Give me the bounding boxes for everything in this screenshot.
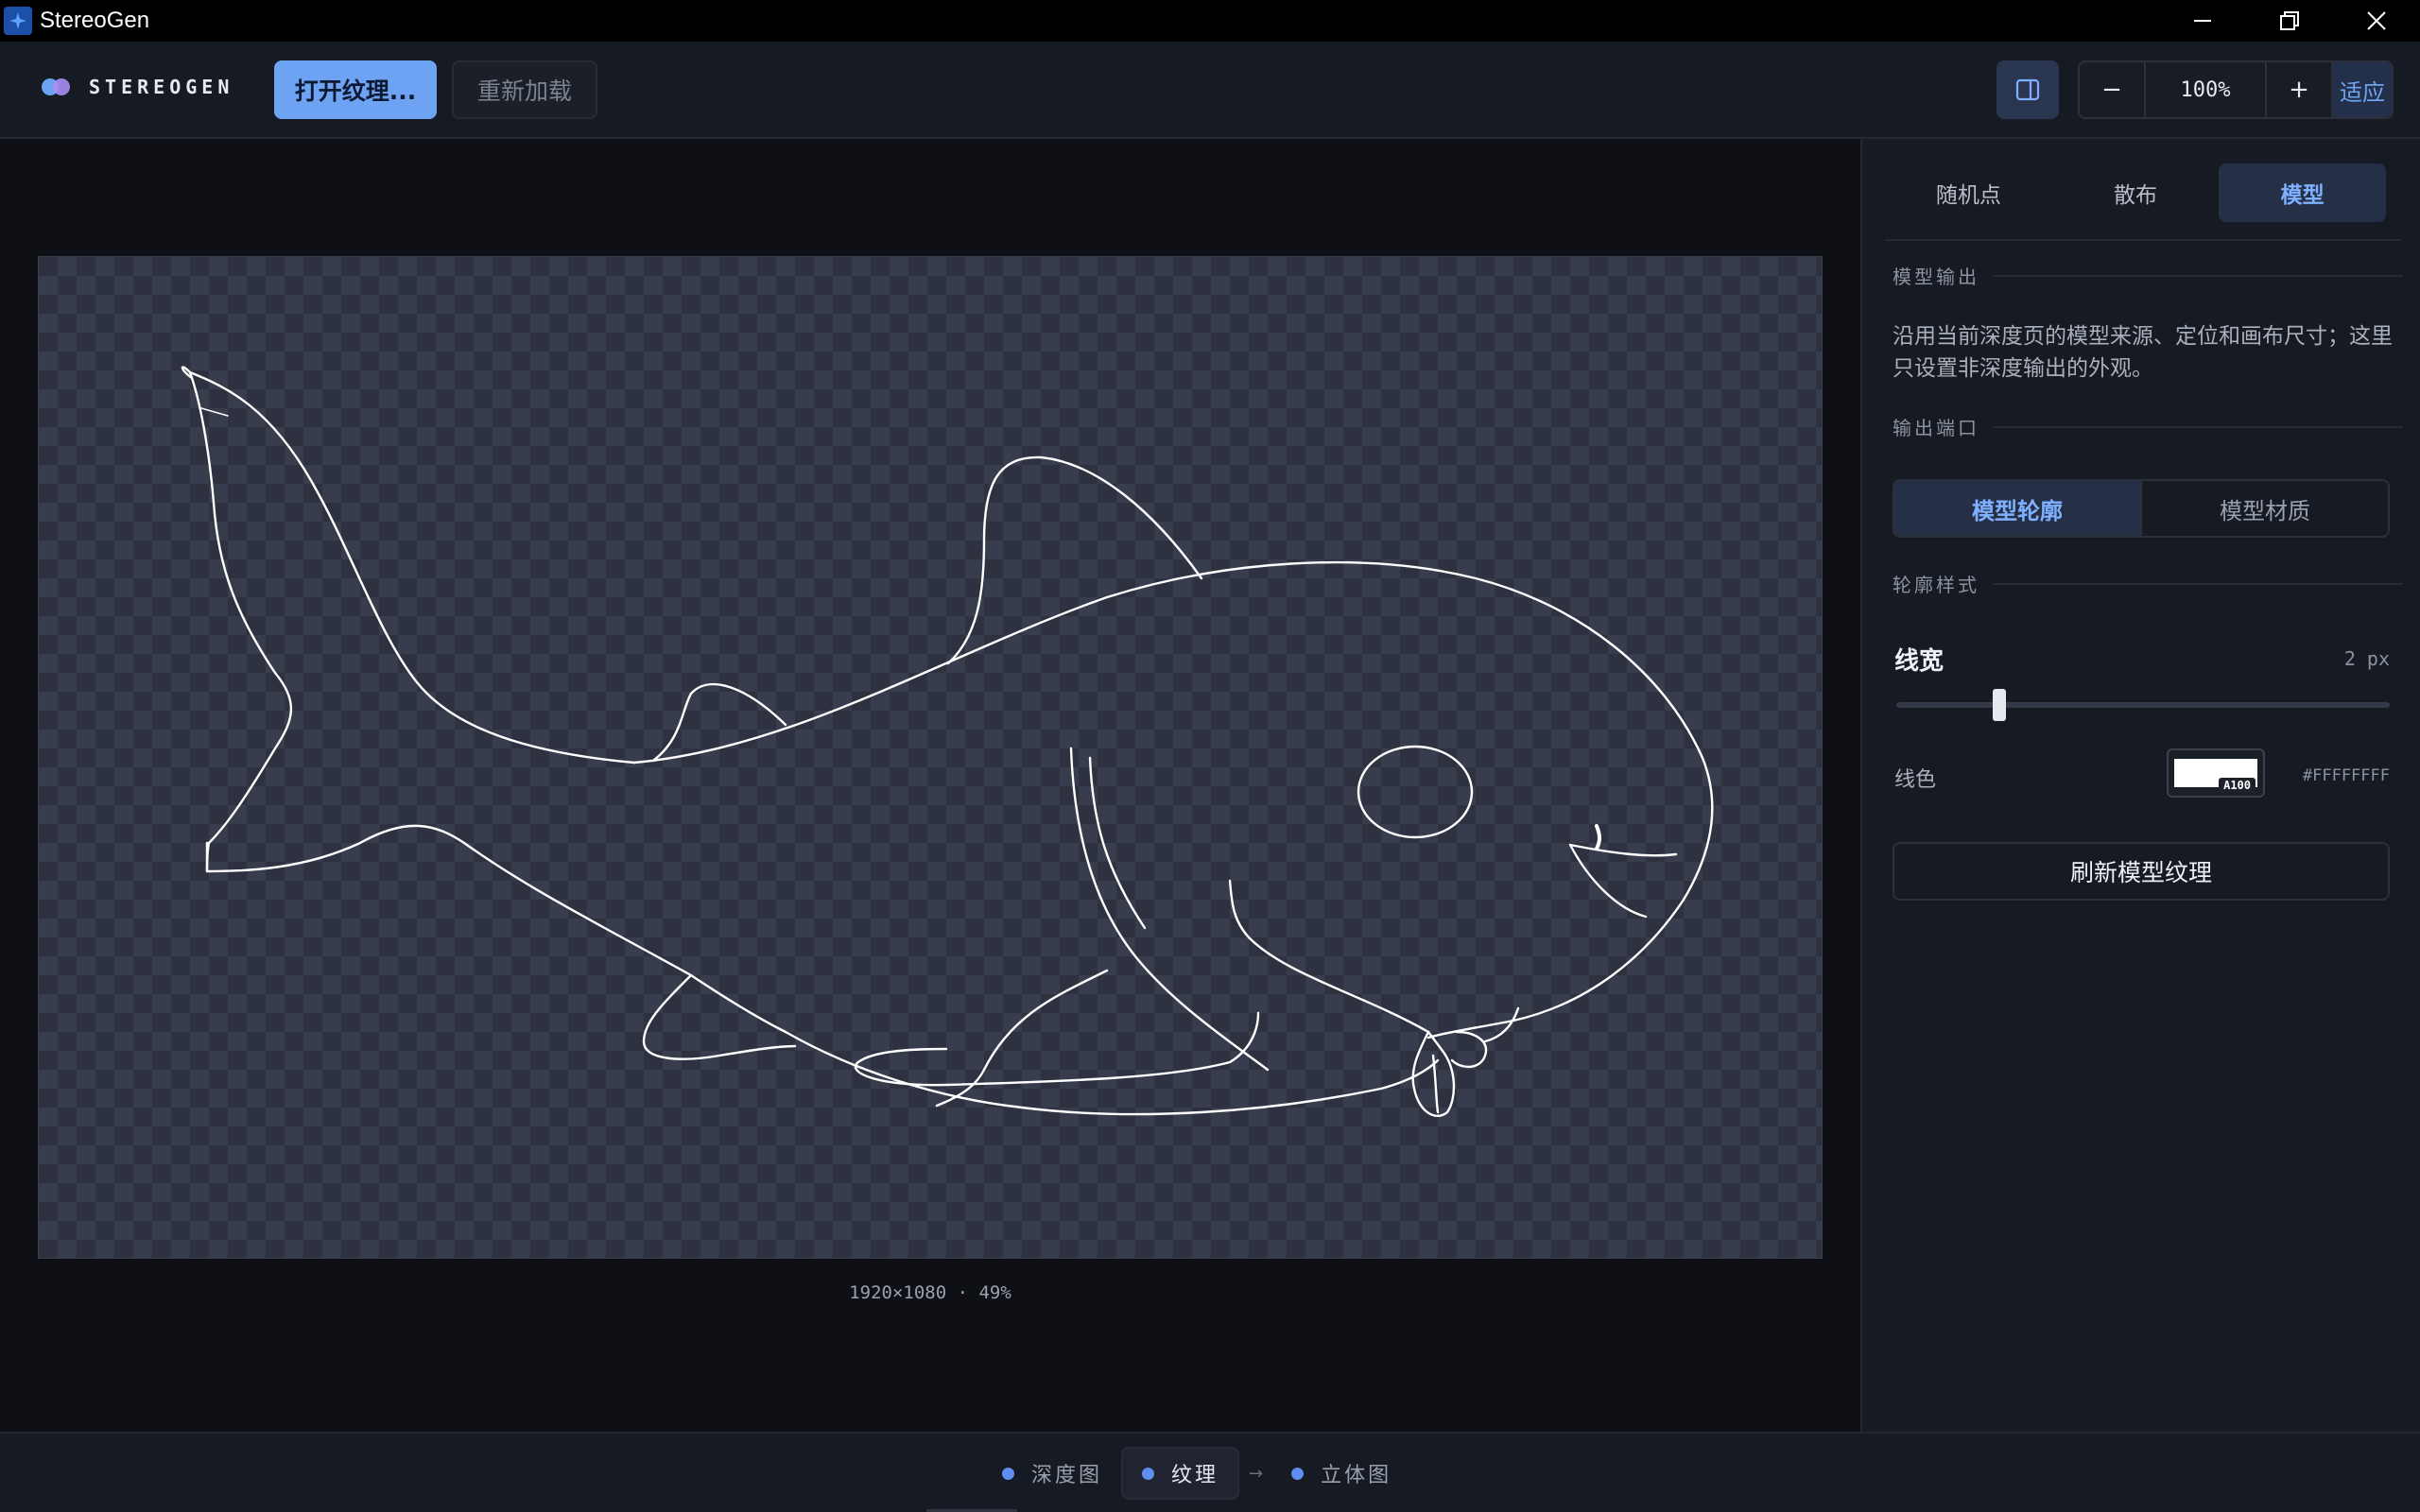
step-texture[interactable]: 纹理: [1121, 1447, 1240, 1500]
section-output-port: 输出端口: [1893, 413, 2403, 440]
tabs-divider: [1885, 239, 2401, 241]
line-width-slider[interactable]: [1896, 689, 2390, 721]
line-color-alpha: A100: [2219, 778, 2256, 793]
close-icon: [2367, 11, 2386, 30]
step-stereogram-label: 立体图: [1321, 1464, 1392, 1487]
step-dot-icon: [1002, 1467, 1014, 1480]
reload-button[interactable]: 重新加载: [452, 60, 597, 119]
step-bar: 深度图 纹理 → 立体图: [0, 1432, 2420, 1512]
minimize-button[interactable]: [2159, 0, 2246, 42]
output-port-outline[interactable]: 模型轮廓: [1894, 481, 2142, 536]
canvas-stage: 1920×1080 · 49%: [0, 139, 1860, 1432]
step-texture-label: 纹理: [1171, 1464, 1219, 1487]
tab-random-dots[interactable]: 随机点: [1885, 163, 2052, 222]
tab-model[interactable]: 模型: [2219, 163, 2387, 222]
step-depth-map[interactable]: 深度图: [983, 1447, 1121, 1500]
texture-preview[interactable]: [38, 256, 1823, 1259]
zoom-out-button[interactable]: −: [2080, 62, 2144, 117]
line-width-label: 线宽: [1894, 647, 1945, 676]
step-stereogram[interactable]: 立体图: [1272, 1447, 1410, 1500]
zoom-in-button[interactable]: +: [2267, 62, 2331, 117]
section-model-output-label: 模型输出: [1893, 266, 1979, 288]
restore-button[interactable]: [2246, 0, 2333, 42]
section-model-output: 模型输出: [1893, 262, 2403, 289]
sidebar-toggle-icon: [2015, 78, 2040, 101]
output-port-material[interactable]: 模型材质: [2142, 481, 2388, 536]
zoom-level: 100%: [2144, 62, 2267, 117]
zoom-control: − 100% + 适应: [2078, 60, 2394, 119]
pipeline-steps: 深度图 纹理 → 立体图: [983, 1447, 1410, 1500]
model-description: 沿用当前深度页的模型来源、定位和画布尺寸；这里只设置非深度输出的外观。: [1893, 324, 2393, 381]
step-dot-icon: [1291, 1467, 1305, 1480]
zoom-fit-button[interactable]: 适应: [2331, 62, 2392, 117]
minimize-icon: [2194, 20, 2211, 22]
close-button[interactable]: [2333, 0, 2420, 42]
brand-name: STEREOGEN: [89, 76, 234, 98]
open-texture-button[interactable]: 打开纹理...: [274, 60, 437, 119]
section-output-port-label: 输出端口: [1893, 417, 1979, 439]
step-dot-icon: [1142, 1467, 1155, 1480]
line-color-preview: A100: [2174, 759, 2257, 793]
brand: STEREOGEN: [40, 76, 233, 98]
settings-panel: 随机点 散布 模型 模型输出 沿用当前深度页的模型来源、定位和画布尺寸；这里只设…: [1860, 139, 2420, 1432]
mode-tabs: 随机点 散布 模型: [1885, 163, 2387, 222]
canvas-dimensions: 1920×1080 · 49%: [849, 1282, 1011, 1303]
output-port-selector: 模型轮廓 模型材质: [1893, 479, 2390, 538]
toggle-panel-button[interactable]: [1996, 60, 2059, 119]
title-bar: StereoGen: [0, 0, 2420, 42]
line-color-label: 线色: [1894, 768, 1937, 792]
brand-logo-icon: [42, 78, 70, 95]
tab-scatter[interactable]: 散布: [2052, 163, 2220, 222]
line-width-slider-thumb[interactable]: [1993, 689, 2006, 721]
app-logo-icon: [4, 7, 32, 35]
line-color-hex: #FFFFFFFF: [2302, 766, 2390, 785]
fish-outline-drawing: [181, 366, 1714, 1118]
window-title: StereoGen: [40, 8, 150, 33]
section-outline-style: 轮廓样式: [1893, 570, 2403, 597]
line-color-swatch[interactable]: A100: [2167, 748, 2265, 798]
arrow-right-icon: →: [1249, 1463, 1264, 1484]
line-width-value: 2 px: [2343, 647, 2390, 670]
restore-icon: [2280, 11, 2299, 30]
step-depth-map-label: 深度图: [1031, 1464, 1103, 1487]
toolbar: STEREOGEN 打开纹理... 重新加载 − 100% + 适应: [0, 42, 2420, 139]
refresh-model-texture-button[interactable]: 刷新模型纹理: [1893, 842, 2390, 901]
section-outline-style-label: 轮廓样式: [1893, 574, 1979, 596]
